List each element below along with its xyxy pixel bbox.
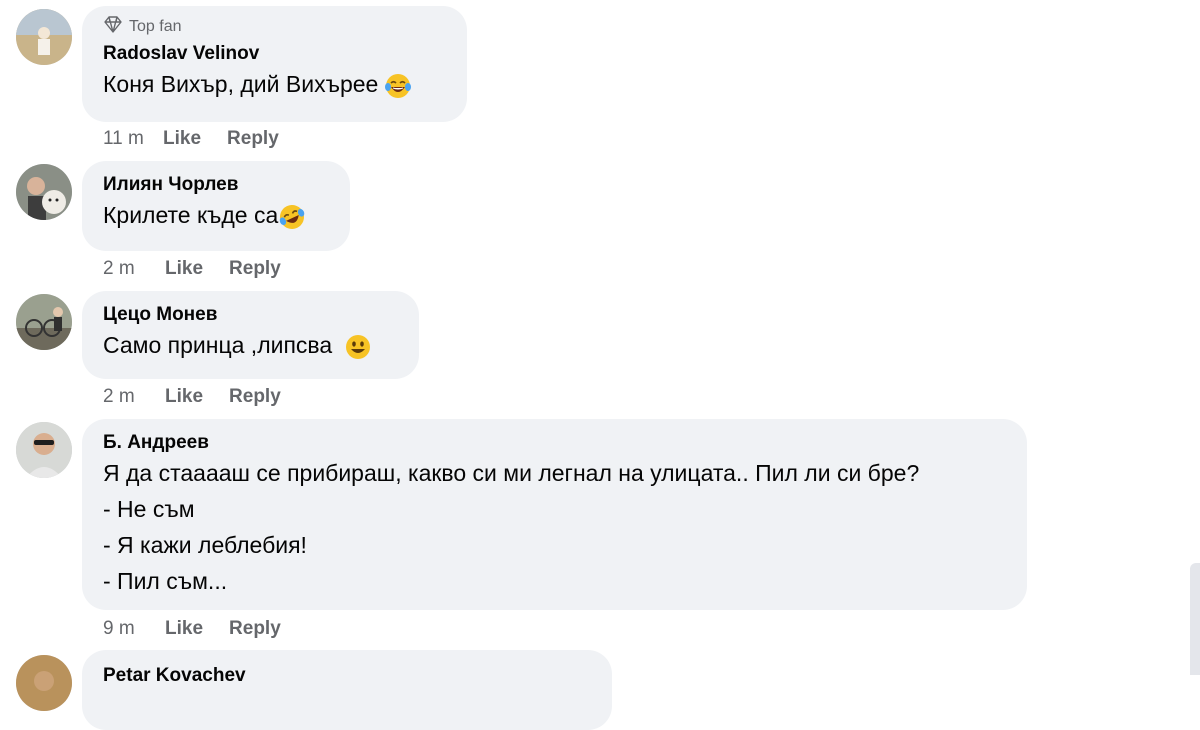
- reply-button[interactable]: Reply: [229, 258, 281, 280]
- reply-button[interactable]: Reply: [229, 386, 281, 408]
- comment-author[interactable]: Radoslav Velinov: [103, 42, 445, 66]
- comment-line: - Пил съм...: [103, 568, 228, 594]
- comment-line: Само принца ,липсва: [103, 332, 333, 358]
- comment-time[interactable]: 9 m: [103, 618, 165, 640]
- comment-author[interactable]: Цецо Монев: [103, 303, 397, 327]
- avatar[interactable]: [16, 294, 72, 350]
- reply-button[interactable]: Reply: [227, 128, 279, 150]
- comment-time[interactable]: 2 m: [103, 258, 165, 280]
- comment-bubble: Б. Андреев Я да стааааш се прибираш, как…: [82, 419, 1027, 610]
- comment-line: Крилете къде са: [103, 202, 279, 228]
- comment-actions: 2 m Like Reply: [103, 386, 281, 408]
- comment-text: Крилете къде са: [103, 197, 328, 233]
- comment-actions: 2 m Like Reply: [103, 258, 281, 280]
- diamond-icon: [103, 15, 123, 39]
- comment-bubble: Цецо Монев Само принца ,липсва: [82, 291, 419, 379]
- comment-author[interactable]: Б. Андреев: [103, 431, 1005, 455]
- comment-author[interactable]: Илиян Чорлев: [103, 173, 328, 197]
- comment-line: - Не съм: [103, 496, 195, 522]
- comment-text: Я да стааааш се прибираш, какво си ми ле…: [103, 455, 1005, 599]
- comment-actions: 9 m Like Reply: [103, 618, 281, 640]
- like-button[interactable]: Like: [165, 386, 203, 408]
- avatar[interactable]: [16, 422, 72, 478]
- comment-actions: 11 m Like Reply: [103, 128, 279, 150]
- comment-line: Коня Вихър, дий Вихърее: [103, 71, 379, 97]
- like-button[interactable]: Like: [163, 128, 201, 150]
- avatar[interactable]: [16, 655, 72, 711]
- comment-line: - Я кажи леблебия!: [103, 532, 307, 558]
- reply-button[interactable]: Reply: [229, 618, 281, 640]
- comment-author[interactable]: Petar Kovachev: [103, 664, 590, 688]
- comment-time[interactable]: 11 m: [103, 128, 163, 150]
- comment-bubble: Top fan Radoslav Velinov Коня Вихър, дий…: [82, 6, 467, 122]
- comment-text: Коня Вихър, дий Вихърее: [103, 66, 445, 102]
- comment-time[interactable]: 2 m: [103, 386, 165, 408]
- like-button[interactable]: Like: [165, 258, 203, 280]
- comment-bubble: Илиян Чорлев Крилете къде са: [82, 161, 350, 251]
- avatar[interactable]: [16, 9, 72, 65]
- comment-bubble: Petar Kovachev: [82, 650, 612, 730]
- smiley-emoji: [344, 333, 372, 361]
- badge-label: Top fan: [129, 18, 182, 35]
- comment-line: Я да стааааш се прибираш, какво си ми ле…: [103, 460, 920, 486]
- avatar[interactable]: [16, 164, 72, 220]
- like-button[interactable]: Like: [165, 618, 203, 640]
- scrollbar[interactable]: [1190, 563, 1200, 675]
- rolling-laughing-emoji: [278, 203, 306, 231]
- top-fan-badge: Top fan: [103, 15, 445, 39]
- laughing-tears-emoji: [384, 72, 412, 100]
- comment-text: Само принца ,липсва: [103, 327, 397, 363]
